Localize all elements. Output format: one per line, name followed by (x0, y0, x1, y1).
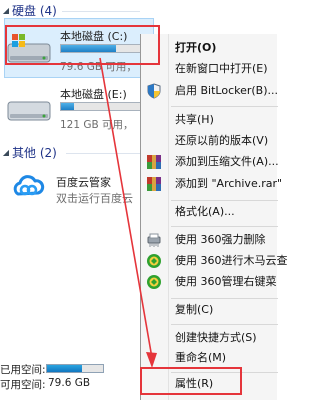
winrar-icon (147, 177, 161, 191)
menu-separator (171, 200, 278, 201)
collapse-chevron-icon[interactable]: ◢ (0, 145, 12, 161)
menu-item-360-trojan-scan[interactable]: 使用 360进行木马云查 (141, 251, 288, 271)
bitlocker-shield-icon (147, 83, 161, 99)
menu-item-label: 使用 360强力删除 (175, 233, 266, 246)
drive-e-name: 本地磁盘 (E:) (60, 88, 127, 101)
menu-item-360-shred[interactable]: 使用 360强力删除 (141, 230, 278, 250)
menu-item-label: 复制(C) (175, 303, 214, 316)
drive-e-usage-fill (61, 103, 75, 110)
status-free-label: 可用空间: (0, 379, 46, 391)
menu-item-label: 添加到 "Archive.rar" (175, 177, 283, 190)
annotation-highlight-properties (140, 367, 242, 395)
menu-item-label: 启用 BitLocker(B)... (175, 84, 279, 97)
drive-e[interactable]: 本地磁盘 (E:) 121 GB 可用， (6, 86, 156, 136)
group-header-other[interactable]: ◢ 其他 (2) (0, 145, 57, 161)
menu-item-create-shortcut[interactable]: 创建快捷方式(S) (141, 328, 278, 348)
menu-separator (171, 106, 278, 107)
group-label: 其他 (2) (12, 146, 57, 160)
menu-item-label: 还原以前的版本(V) (175, 134, 269, 147)
menu-item-label: 使用 360管理右键菜 (175, 275, 277, 288)
status-usage-fill (47, 365, 82, 372)
menu-item-label: 重命名(M) (175, 351, 227, 364)
group-header-hard-disks[interactable]: ◢ 硬盘 (4) (0, 3, 57, 19)
app-description: 双击运行百度云 (56, 192, 133, 205)
status-usage-bar (46, 364, 104, 373)
menu-separator (171, 324, 278, 325)
menu-item-label: 在新窗口中打开(E) (175, 62, 268, 75)
menu-item-format[interactable]: 格式化(A)... (141, 202, 278, 222)
menu-item-label: 创建快捷方式(S) (175, 331, 257, 344)
group-label: 硬盘 (4) (12, 4, 57, 18)
winrar-icon (147, 155, 161, 169)
drive-e-free-space: 121 GB 可用， (60, 119, 134, 131)
menu-separator (171, 298, 278, 299)
menu-separator (171, 226, 278, 227)
annotation-highlight-drive-c (5, 25, 160, 65)
menu-item-copy[interactable]: 复制(C) (141, 300, 278, 320)
menu-item-add-to-archive[interactable]: 添加到压缩文件(A)... (141, 152, 279, 172)
menu-item-label: 打开(O) (175, 41, 217, 54)
group-divider (62, 11, 140, 12)
menu-item-open-new-window[interactable]: 在新窗口中打开(E) (141, 59, 278, 79)
menu-item-share[interactable]: 共享(H) (141, 110, 278, 130)
context-menu: 打开(O) 在新窗口中打开(E) 启用 BitLocker(B)... 共享(H… (140, 34, 288, 400)
360-safeguard-icon (147, 254, 161, 268)
group-divider (66, 153, 140, 154)
menu-item-label: 添加到压缩文件(A)... (175, 155, 279, 168)
menu-item-restore-previous[interactable]: 还原以前的版本(V) (141, 131, 278, 151)
menu-item-label: 共享(H) (175, 113, 214, 126)
status-free-value: 79.6 GB (48, 377, 91, 389)
app-baidu-cloud[interactable]: 百度云管家 双击运行百度云 (0, 170, 150, 210)
baidu-cloud-icon (11, 171, 45, 205)
hard-drive-icon (7, 101, 51, 121)
menu-item-360-right-click-manager[interactable]: 使用 360管理右键菜 (141, 272, 278, 292)
menu-item-bitlocker[interactable]: 启用 BitLocker(B)... (141, 81, 278, 101)
menu-item-rename[interactable]: 重命名(M) (141, 348, 278, 368)
drive-e-usage-bar (60, 102, 150, 111)
menu-item-label: 格式化(A)... (175, 205, 235, 218)
360-safeguard-icon (147, 275, 161, 289)
app-name: 百度云管家 (56, 176, 111, 189)
menu-item-open[interactable]: 打开(O) (141, 38, 278, 58)
menu-item-label: 使用 360进行木马云查 (175, 254, 288, 267)
shredder-icon (147, 233, 161, 247)
menu-item-add-to-archive-rar[interactable]: 添加到 "Archive.rar" (141, 174, 282, 194)
collapse-chevron-icon[interactable]: ◢ (0, 3, 12, 19)
status-used-label: 已用空间: (0, 364, 46, 376)
